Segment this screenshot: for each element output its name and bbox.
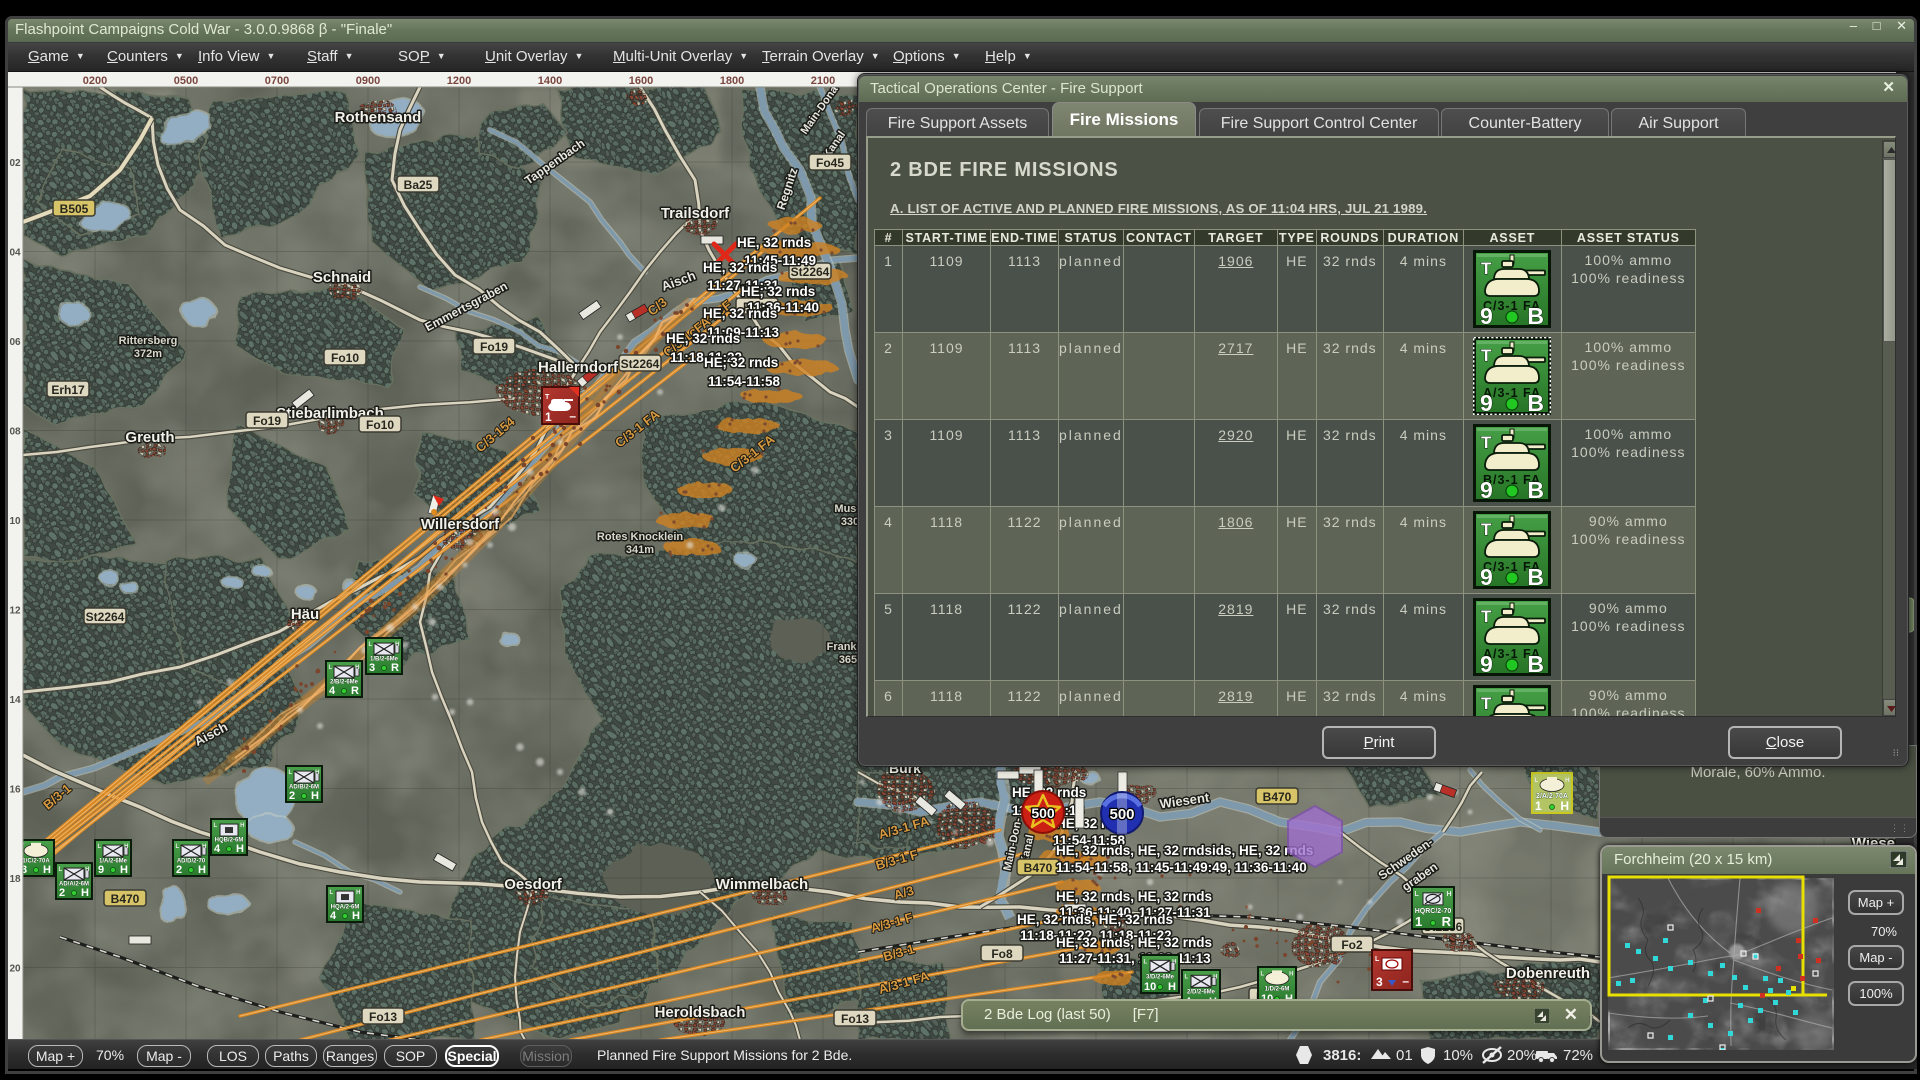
svg-text:72%: 72%	[1563, 1047, 1593, 1064]
svg-text:B: B	[1528, 390, 1546, 415]
svg-text:B: B	[1528, 564, 1546, 589]
svg-text:B: B	[1528, 303, 1546, 328]
svg-text:20%: 20%	[1507, 1047, 1537, 1064]
svg-text:01: 01	[1396, 1047, 1413, 1064]
svg-text:9: 9	[1480, 477, 1494, 502]
svg-text:9: 9	[1480, 390, 1494, 415]
svg-text:10%: 10%	[1443, 1047, 1473, 1064]
svg-text:B: B	[1528, 477, 1546, 502]
svg-text:3816:: 3816:	[1323, 1047, 1361, 1064]
svg-text:T: T	[1481, 346, 1492, 365]
svg-text:T: T	[1481, 259, 1492, 278]
svg-text:T: T	[1481, 694, 1492, 713]
svg-text:B: B	[1528, 651, 1546, 676]
svg-text:9: 9	[1480, 303, 1494, 328]
svg-text:T: T	[1481, 520, 1492, 539]
svg-text:T: T	[1481, 607, 1492, 626]
svg-text:9: 9	[1480, 651, 1494, 676]
svg-text:T: T	[1481, 433, 1492, 452]
svg-text:9: 9	[1480, 564, 1494, 589]
